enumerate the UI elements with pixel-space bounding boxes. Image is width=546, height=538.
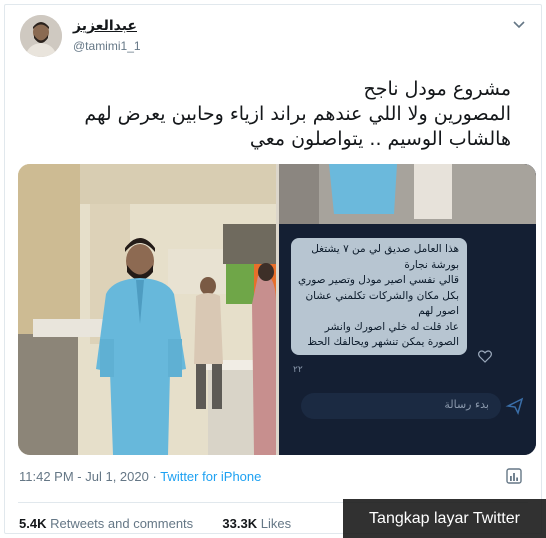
chat-reply-placeholder: بدء رسالة [444,398,489,411]
analytics-icon[interactable] [505,467,523,485]
tweet-card: عبدالعزيز @tamimi1_1 مشروع مودل ناجح الم… [4,4,542,534]
likes-count[interactable]: 33.3K [222,516,257,531]
likes-label[interactable]: Likes [261,516,291,531]
chat-message-line: اصور لهم [418,305,459,317]
author-handle[interactable]: @tamimi1_1 [73,39,141,53]
send-icon[interactable] [505,396,525,416]
tweet-timestamp[interactable]: 11:42 PM - Jul 1, 2020 [19,469,149,484]
tweet-text-line: المصورين ولا اللي عندهم براند ازياء وحاب… [84,103,511,125]
tweet-stats: 5.4K Retweets and comments 33.3K Likes [19,516,291,531]
chat-screenshot[interactable]: هذا العامل صديق لي من ٧ يشتغل بورشة نجار… [279,164,536,455]
tweet-meta: 11:42 PM - Jul 1, 2020 · Twitter for iPh… [19,469,261,484]
chat-message-line: قالي نفسي اصير مودل وتصير صوري [297,274,459,286]
chat-reply-input[interactable]: بدء رسالة [301,393,524,419]
chat-message-line: عاد قلت له خلي اصورك وانشر [324,320,459,333]
avatar[interactable] [20,15,62,57]
chat-message-line: بكل مكان والشركات تكلمني عشان [305,289,459,302]
chat-message-line: هذا العامل صديق لي من ٧ يشتغل [311,243,459,255]
chat-message-bubble: هذا العامل صديق لي من ٧ يشتغل بورشة نجار… [291,238,467,355]
retweets-label[interactable]: Retweets and comments [50,516,193,531]
tweet-text-line: هالشاب الوسيم .. يتواصلون معي [249,128,511,150]
retweets-count[interactable]: 5.4K [19,516,46,531]
tweet-media[interactable]: هذا العامل صديق لي من ٧ يشتغل بورشة نجار… [18,164,536,455]
tweet-text-line: مشروع مودل ناجح [363,78,511,100]
meta-separator: · [152,469,157,484]
chat-message-time: ٢٢ [293,365,303,375]
avatar-photo [20,15,62,57]
author-display-name[interactable]: عبدالعزيز [73,17,137,34]
image-caption: Tangkap layar Twitter [343,499,546,538]
chat-message-line: الصورة يمكن تنشهر ويحالفك الحظ [307,336,459,348]
tweet-source-link[interactable]: Twitter for iPhone [160,469,261,484]
chat-message-line: بورشة نجارة [404,258,459,271]
heart-icon[interactable] [477,348,493,364]
workshop-photo[interactable] [18,164,276,455]
chevron-down-icon[interactable] [511,17,527,33]
tweet-text: مشروع مودل ناجح المصورين ولا اللي عندهم … [41,77,511,152]
workshop-scene-image [18,164,276,455]
